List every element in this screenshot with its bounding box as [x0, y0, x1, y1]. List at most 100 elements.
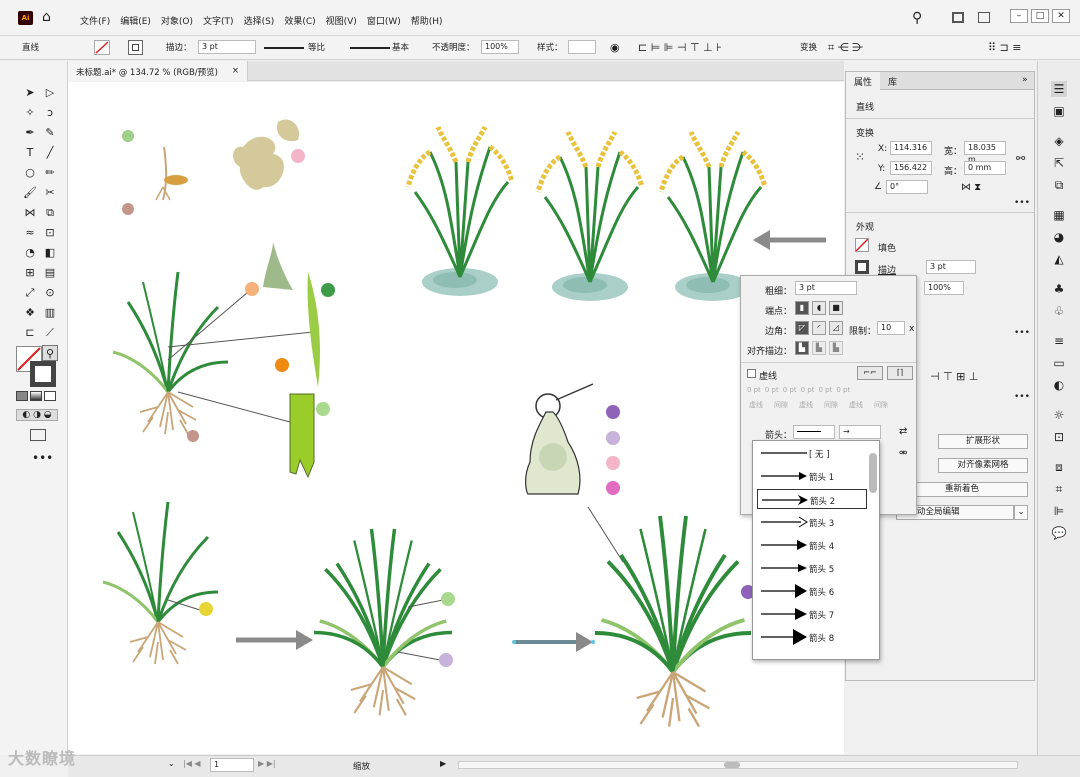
distribute-icons[interactable]: ⌗ ⋲ ⋺	[828, 41, 863, 55]
menu-effect[interactable]: 效果(C)	[284, 14, 315, 27]
pen-tool-icon[interactable]: ✒	[22, 125, 38, 141]
symbols-icon[interactable]: ♧	[1051, 303, 1067, 319]
link-icon[interactable]: ⚯	[1016, 152, 1025, 165]
artboards-icon[interactable]: ⧉	[1051, 177, 1067, 193]
brush-label[interactable]: 基本	[392, 41, 409, 53]
type-tool-icon[interactable]: T	[22, 145, 38, 161]
end-arrowhead-dropdown[interactable]: →	[839, 425, 881, 439]
align-panel-icon[interactable]: ⊫	[1051, 503, 1067, 519]
square-cap-button[interactable]: ■	[829, 301, 843, 315]
color-guide-icon[interactable]: ◭	[1051, 251, 1067, 267]
menu-edit[interactable]: 编辑(E)	[120, 14, 151, 27]
more-tools-icon[interactable]: •••	[32, 451, 53, 465]
expand-shape-button[interactable]: 扩展形状	[938, 434, 1028, 449]
zoom-tool-icon[interactable]: ⚲	[42, 345, 58, 361]
document-tab[interactable]: 未标题.ai* @ 134.72 % (RGB/预览) ×	[68, 61, 248, 81]
align-icons[interactable]: ⊏ ⊨ ⊫ ⊣ ⊤ ⊥ ⊦	[638, 41, 722, 54]
arrow-option-none[interactable]: [ 无 ]	[757, 443, 867, 463]
swap-arrowheads-icon[interactable]: ⇄	[899, 426, 907, 437]
zoom-dropdown-icon[interactable]: ⌄	[168, 759, 178, 771]
graphic-styles-icon[interactable]: ⊡	[1051, 429, 1067, 445]
symbol-sprayer-icon[interactable]: ❖	[22, 305, 38, 321]
width-input[interactable]: 18.035 m	[964, 141, 1006, 164]
export-icon[interactable]: ⇱	[1051, 155, 1067, 171]
document-tab-close-icon[interactable]: ×	[232, 66, 239, 76]
scissors-icon[interactable]: ✂	[42, 185, 58, 201]
brush-line[interactable]	[350, 47, 390, 49]
dashed-checkbox[interactable]	[747, 369, 756, 378]
align-icons-panel[interactable]: ⊣ ⊤ ⊞ ⊥	[930, 370, 978, 383]
home-icon[interactable]: ⌂	[42, 9, 58, 25]
maximize-icon[interactable]: □	[1031, 9, 1049, 23]
mesh-tool-icon[interactable]: ⊞	[22, 265, 38, 281]
none-mode-icon[interactable]	[44, 391, 56, 401]
transform-label[interactable]: 变换	[800, 41, 817, 53]
arrange-documents-icon[interactable]	[952, 12, 964, 23]
live-paint-icon[interactable]: ◧	[42, 245, 58, 261]
scrollbar-thumb[interactable]	[724, 762, 740, 768]
close-icon[interactable]: ✕	[1052, 9, 1070, 23]
panel-options-icon[interactable]: ⠿ ⊐ ≡	[988, 41, 1021, 54]
arrow-option-5[interactable]: 箭头 5	[757, 558, 867, 578]
gradient-tool-icon[interactable]: ▤	[42, 265, 58, 281]
menu-file[interactable]: 文件(F)	[80, 14, 110, 27]
transform-panel-icon[interactable]: ⌗	[1051, 481, 1067, 497]
dash-align-button-2[interactable]: ⌈⌉	[887, 366, 913, 380]
profile-label[interactable]: 等比	[308, 41, 325, 53]
stroke-swatch-panel[interactable]	[855, 260, 869, 274]
layers-icon[interactable]: ◈	[1051, 133, 1067, 149]
scale-tool-icon[interactable]: ⧉	[42, 205, 58, 221]
start-arrowhead-dropdown[interactable]	[793, 425, 835, 439]
opacity-panel-input[interactable]: 100%	[924, 281, 964, 295]
lasso-icon[interactable]: ↄ	[42, 105, 58, 121]
x-input[interactable]: 114.316	[890, 141, 932, 155]
minimize-icon[interactable]: –	[1010, 9, 1028, 23]
ellipse-tool-icon[interactable]: ○	[22, 165, 38, 181]
more-options-icon-3[interactable]: •••	[1014, 392, 1030, 402]
arrow-option-6[interactable]: 箭头 6	[757, 581, 867, 601]
arrow-option-7[interactable]: 箭头 7	[757, 604, 867, 624]
curvature-tool-icon[interactable]: ✎	[42, 125, 58, 141]
properties-panel-icon[interactable]: ☰	[1051, 81, 1067, 97]
weight-input[interactable]: 3 pt	[795, 281, 857, 295]
dash-align-button-1[interactable]: ⌐⌐	[857, 366, 883, 380]
artboard-tool-icon[interactable]: ⊏	[22, 325, 38, 341]
comments-icon[interactable]: 💬	[1051, 525, 1067, 541]
angle-input[interactable]: 0°	[886, 180, 928, 194]
align-inside-button[interactable]: ▙	[812, 341, 826, 355]
menu-window[interactable]: 窗口(W)	[367, 14, 401, 27]
libraries-icon[interactable]: ▣	[1051, 103, 1067, 119]
opacity-input[interactable]: 100%	[481, 40, 519, 54]
blend-tool-icon[interactable]: ⊙	[42, 285, 58, 301]
free-transform-icon[interactable]: ⊡	[42, 225, 58, 241]
list-scrollbar[interactable]	[869, 453, 877, 493]
menu-object[interactable]: 对象(O)	[161, 14, 193, 27]
unlink-icon[interactable]: ⚮	[899, 448, 907, 459]
gradient-icon[interactable]: ▭	[1051, 355, 1067, 371]
menu-help[interactable]: 帮助(H)	[411, 14, 443, 27]
stroke-weight-panel-input[interactable]: 3 pt	[926, 260, 976, 274]
tab-library[interactable]: 库	[880, 72, 905, 90]
height-input[interactable]: 0 mm	[964, 161, 1006, 175]
magic-wand-icon[interactable]: ✧	[22, 105, 38, 121]
draw-mode-icons[interactable]: ◐ ◑ ◒	[16, 409, 58, 421]
pathfinder-icon[interactable]: ⧈	[1051, 459, 1067, 475]
dash-inputs[interactable]: 0 pt 0 pt 0 pt 0 pt 0 pt 0 pt	[747, 386, 850, 394]
miter-join-button[interactable]: ◸	[795, 321, 809, 335]
search-icon[interactable]: ⚲	[912, 10, 922, 26]
first-page-icon[interactable]: |◀ ◀	[183, 759, 201, 768]
round-cap-button[interactable]: ◖	[812, 301, 826, 315]
stroke-weight-input[interactable]: 3 pt	[198, 40, 256, 54]
align-center-button[interactable]: ▙	[795, 341, 809, 355]
column-graph-icon[interactable]: ▥	[42, 305, 58, 321]
artboard-canvas[interactable]	[68, 82, 844, 754]
arrow-option-4[interactable]: 箭头 4	[757, 535, 867, 555]
round-join-button[interactable]: ◜	[812, 321, 826, 335]
eyedropper-icon[interactable]: ⤢	[22, 285, 38, 301]
reflect-tool-icon[interactable]: ⋈	[22, 205, 38, 221]
color-mode-icon[interactable]	[16, 391, 28, 401]
menu-view[interactable]: 视图(V)	[326, 14, 357, 27]
color-icon[interactable]: ◕	[1051, 229, 1067, 245]
align-pixel-grid-button[interactable]: 对齐像素网格	[938, 458, 1028, 473]
paintbrush-icon[interactable]: 🖌	[22, 185, 38, 201]
